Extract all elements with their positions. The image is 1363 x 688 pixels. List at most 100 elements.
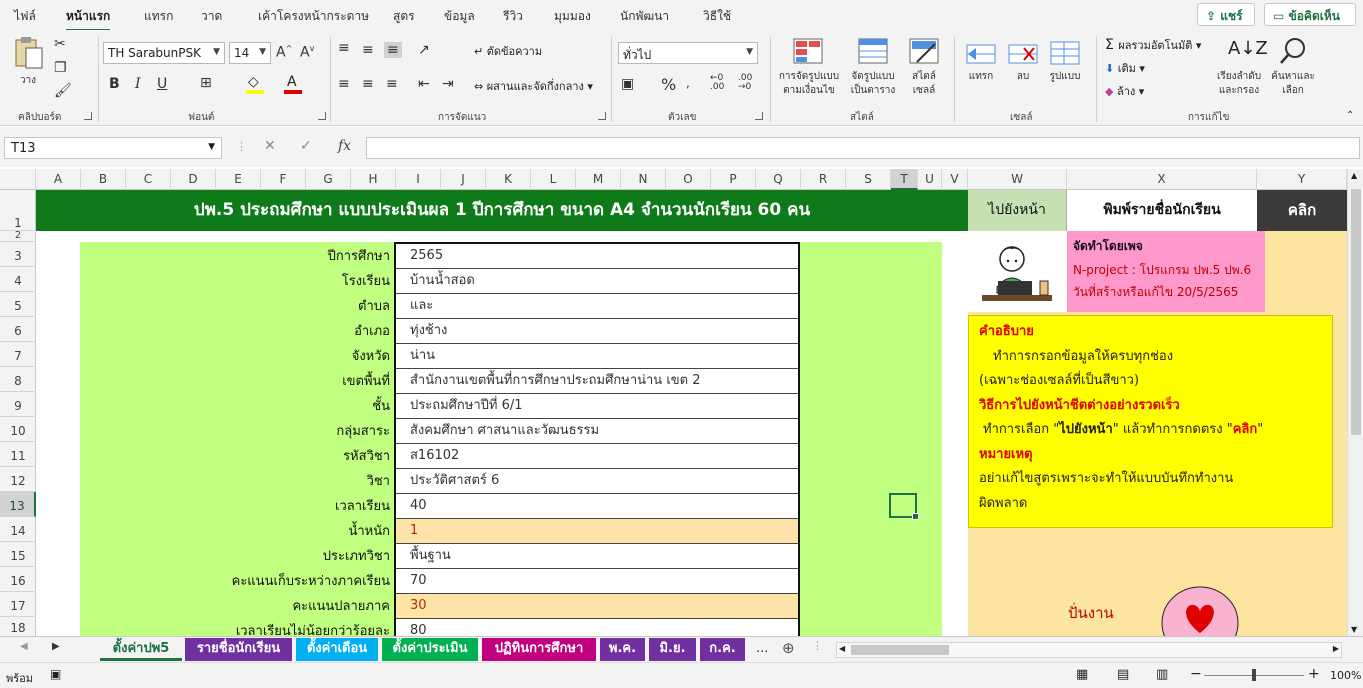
row-header[interactable]: 1	[0, 190, 36, 231]
more-tabs-button[interactable]: ...	[756, 641, 768, 656]
row-header[interactable]: 9	[0, 392, 36, 417]
column-header-selected[interactable]: T	[891, 169, 918, 190]
row-header[interactable]: 12	[0, 467, 36, 492]
row-header[interactable]: 8	[0, 367, 36, 392]
format-cells-button[interactable]: รูปแบบ	[1046, 36, 1084, 106]
column-header[interactable]: V	[942, 169, 968, 190]
field-value-cell[interactable]: 40	[396, 494, 798, 519]
copy-icon[interactable]: ❐	[54, 60, 67, 76]
align-middle-icon[interactable]: ≡	[362, 42, 374, 58]
column-header[interactable]: P	[711, 169, 756, 190]
column-header[interactable]: O	[666, 169, 711, 190]
share-button[interactable]: ⇪ แชร์	[1197, 3, 1255, 26]
collapse-ribbon-icon[interactable]: ⌃	[1346, 110, 1354, 121]
column-header[interactable]: C	[126, 169, 171, 190]
field-value-cell[interactable]: สำนักงานเขตพื้นที่การศึกษาประถมศึกษาน่าน…	[396, 369, 798, 394]
enter-icon[interactable]: ✓	[300, 138, 312, 154]
number-dialog-launcher[interactable]	[755, 112, 763, 120]
tab-data[interactable]: ข้อมูล	[444, 7, 475, 26]
horizontal-scrollbar[interactable]: ◀ ▶	[836, 642, 1342, 658]
column-header[interactable]: R	[801, 169, 846, 190]
insert-cells-button[interactable]: แทรก	[962, 36, 1000, 106]
row-header[interactable]: 11	[0, 442, 36, 467]
page-break-view-icon[interactable]: ▥	[1156, 667, 1168, 682]
field-value-cell[interactable]: 80	[396, 619, 798, 636]
row-header[interactable]: 10	[0, 417, 36, 442]
tab-page-layout[interactable]: เค้าโครงหน้ากระดาษ	[258, 7, 369, 26]
column-header[interactable]: Y	[1257, 169, 1347, 190]
format-painter-icon[interactable]: 🖌	[54, 83, 72, 99]
align-center-icon[interactable]: ≡	[362, 76, 374, 92]
field-value-cell[interactable]: น่าน	[396, 344, 798, 369]
increase-indent-icon[interactable]: ⇥	[442, 76, 454, 92]
cell-styles-button[interactable]: สไตล์ เซลล์	[904, 36, 944, 106]
column-header[interactable]: A	[36, 169, 81, 190]
cancel-icon[interactable]: ✕	[264, 138, 276, 154]
field-value-cell[interactable]: บ้านน้ำสอด	[396, 269, 798, 294]
tab-review[interactable]: รีวิว	[503, 7, 523, 26]
increase-font-icon[interactable]: A^	[276, 44, 292, 61]
column-header[interactable]: D	[171, 169, 216, 190]
field-value-cell[interactable]: พื้นฐาน	[396, 544, 798, 569]
paste-button[interactable]: วาง	[10, 36, 46, 96]
column-header[interactable]: S	[846, 169, 891, 190]
autosum-button[interactable]: Σ ผลรวมอัตโนมัติ ▾	[1105, 36, 1201, 54]
tab-view[interactable]: มุมมอง	[554, 7, 591, 26]
scroll-right-icon[interactable]: ▶	[1333, 644, 1339, 653]
merge-center-button[interactable]: ⇔ ผสานและจัดกึ่งกลาง ▾	[474, 77, 593, 95]
insert-function-button[interactable]: fx	[338, 138, 351, 154]
zoom-level[interactable]: 100%	[1330, 669, 1361, 682]
click-go-button[interactable]: คลิก	[1257, 190, 1347, 231]
comma-style-icon[interactable]: ,	[686, 76, 690, 90]
fill-color-icon[interactable]: ◇	[246, 74, 264, 94]
scroll-down-icon[interactable]: ▼	[1351, 625, 1357, 634]
decrease-indent-icon[interactable]: ⇤	[418, 76, 430, 92]
column-header[interactable]: U	[918, 169, 942, 190]
zoom-slider-thumb[interactable]	[1252, 669, 1256, 681]
column-header[interactable]: M	[576, 169, 621, 190]
vertical-scrollbar[interactable]: ▲ ▼	[1347, 169, 1363, 636]
column-header[interactable]: E	[216, 169, 261, 190]
field-value-cell[interactable]: ส16102	[396, 444, 798, 469]
scroll-up-icon[interactable]: ▲	[1351, 171, 1357, 180]
font-color-icon[interactable]: A	[284, 74, 302, 94]
scroll-left-icon[interactable]: ◀	[839, 644, 845, 653]
sheet-tab-july[interactable]: ก.ค.	[700, 638, 745, 661]
clipboard-dialog-launcher[interactable]	[84, 112, 92, 120]
tab-split-handle-icon[interactable]: ⋮	[812, 639, 823, 652]
field-value-cell[interactable]: และ	[396, 294, 798, 319]
currency-icon[interactable]: ▣	[621, 76, 634, 92]
row-header[interactable]: 4	[0, 267, 36, 292]
column-header[interactable]: G	[306, 169, 351, 190]
tab-draw[interactable]: วาด	[201, 7, 222, 26]
conditional-formatting-button[interactable]: การจัดรูปแบบ ตามเงื่อนไข	[776, 36, 842, 106]
formula-input[interactable]	[366, 137, 1360, 159]
tab-developer[interactable]: นักพัฒนา	[620, 7, 669, 26]
row-header[interactable]: 14	[0, 517, 36, 542]
decrease-decimal-icon[interactable]: .00 →0	[738, 74, 752, 92]
column-header[interactable]: F	[261, 169, 306, 190]
sheet-tab-may[interactable]: พ.ค.	[600, 638, 645, 661]
active-cell-cursor[interactable]	[889, 493, 919, 520]
tab-file[interactable]: ไฟล์	[14, 7, 36, 26]
sheet-tab-calendar[interactable]: ปฏิทินการศึกษา	[482, 638, 596, 661]
column-header[interactable]: L	[531, 169, 576, 190]
print-student-list-cell[interactable]: พิมพ์รายชื่อนักเรียน	[1067, 190, 1257, 231]
clear-button[interactable]: ◆ ล้าง ▾	[1105, 82, 1144, 100]
font-size-dropdown[interactable]: 14 ▼	[229, 42, 271, 64]
field-value-cell[interactable]: ประวัติศาสตร์ 6	[396, 469, 798, 494]
row-header[interactable]: 6	[0, 317, 36, 342]
sheet-tab-assessment-settings[interactable]: ตั้งค่าประเมิน	[382, 638, 478, 661]
tab-insert[interactable]: แทรก	[144, 7, 173, 26]
column-header[interactable]: Q	[756, 169, 801, 190]
field-value-cell[interactable]: 70	[396, 569, 798, 594]
add-sheet-icon[interactable]: ⊕	[782, 639, 795, 657]
row-header[interactable]: 16	[0, 567, 36, 592]
scroll-tabs-left-icon[interactable]: ◀	[20, 641, 28, 652]
font-dialog-launcher[interactable]	[318, 112, 326, 120]
decrease-font-icon[interactable]: Av	[300, 44, 314, 61]
alignment-dialog-launcher[interactable]	[598, 112, 606, 120]
field-value-cell[interactable]: สังคมศึกษา ศาสนาและวัฒนธรรม	[396, 419, 798, 444]
goto-page-dropdown-cell[interactable]: ไปยังหน้า	[968, 190, 1067, 231]
underline-button[interactable]: U	[157, 76, 167, 92]
